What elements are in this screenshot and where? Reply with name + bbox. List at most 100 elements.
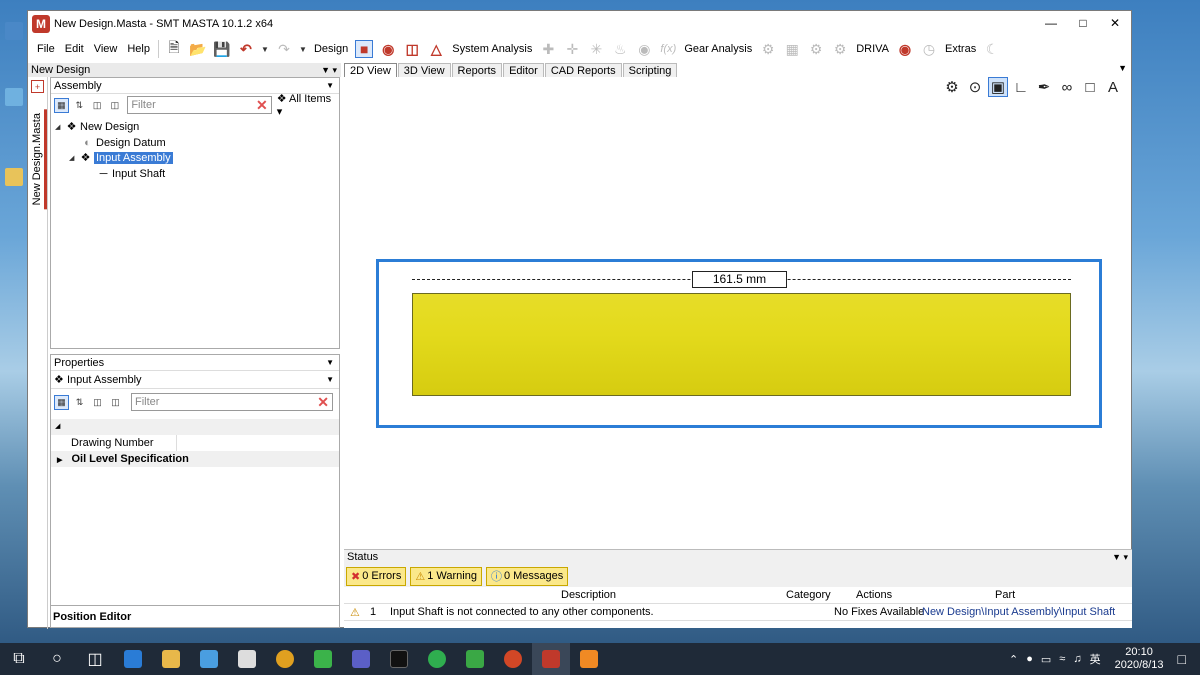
assembly-panel-header[interactable]: Assembly ▼	[51, 78, 339, 94]
collapse-all-icon[interactable]: ◫	[108, 98, 123, 113]
desktop-icon[interactable]	[0, 168, 28, 188]
messages-button[interactable]: ⓘ 0 Messages	[485, 566, 569, 586]
analysis-tool-icon[interactable]: ✚	[539, 40, 557, 58]
column-part[interactable]: Part	[995, 589, 1015, 601]
gear-icon[interactable]: ⚙	[759, 40, 777, 58]
collapse-all-icon[interactable]: ◫	[108, 395, 123, 410]
pin-icon[interactable]: ▼ ▾	[321, 63, 337, 77]
function-icon[interactable]: f(x)	[659, 40, 677, 58]
redo-icon[interactable]: ↷	[275, 40, 293, 58]
warnings-button[interactable]: ⚠ 1 Warning	[410, 566, 482, 586]
windows-start-icon[interactable]: ⧉	[0, 643, 38, 675]
clear-filter-icon[interactable]: ✕	[317, 394, 329, 411]
tree-view-icon[interactable]: ▦	[54, 97, 69, 113]
network-icon[interactable]: ≈	[1059, 653, 1065, 665]
chevron-up-icon[interactable]: ⌃	[1009, 653, 1018, 666]
cube-icon[interactable]: ▦	[783, 40, 801, 58]
menu-file[interactable]: File	[32, 43, 60, 55]
menu-view[interactable]: View	[89, 43, 123, 55]
triangle-tool-icon[interactable]: △	[427, 40, 445, 58]
expand-all-icon[interactable]: ◫	[90, 395, 105, 410]
tab-cad-reports[interactable]: CAD Reports	[544, 63, 622, 77]
errors-button[interactable]: ✖ 0 Errors	[346, 566, 407, 586]
app-icon[interactable]	[456, 643, 494, 675]
sort-icon[interactable]: ⇅	[72, 98, 87, 113]
clock[interactable]: 20:10 2020/8/13	[1115, 646, 1164, 672]
tab-scripting[interactable]: Scripting	[622, 63, 678, 77]
new-file-icon[interactable]: 🗎	[165, 39, 183, 58]
draw-tool-icon[interactable]: ✒	[1034, 77, 1054, 97]
save-icon[interactable]: 💾	[213, 40, 231, 58]
expand-arrow-icon[interactable]: ▶	[57, 457, 62, 464]
masta-taskbar-icon[interactable]	[532, 643, 570, 675]
expand-arrow-icon[interactable]: ◢	[69, 154, 79, 162]
properties-filter-input[interactable]: Filter ✕	[131, 393, 333, 411]
desktop-icon[interactable]	[0, 88, 28, 108]
node-tool-icon[interactable]: □	[1080, 77, 1100, 97]
category-view-icon[interactable]: ▦	[54, 394, 69, 410]
pin-icon[interactable]: ▼ ▾	[1112, 550, 1128, 565]
status-row[interactable]: ⚠ 1 Input Shaft is not connected to any …	[344, 604, 1132, 621]
volume-icon[interactable]: ♫	[1073, 653, 1081, 665]
minimize-button[interactable]: —	[1035, 11, 1067, 35]
weight-icon[interactable]: ◉	[896, 40, 914, 58]
text-tool-icon[interactable]: A	[1103, 77, 1123, 97]
property-row[interactable]: Drawing Number	[51, 435, 339, 451]
close-button[interactable]: ✕	[1099, 11, 1131, 35]
wechat-icon[interactable]	[304, 643, 342, 675]
teams-icon[interactable]	[342, 643, 380, 675]
extras-icon[interactable]: ☾	[983, 40, 1001, 58]
notification-icon[interactable]: □	[1178, 651, 1186, 667]
microphone-icon[interactable]: ●	[1026, 653, 1033, 665]
gear-icon[interactable]: ⚙	[807, 40, 825, 58]
tab-overflow-icon[interactable]: ▼	[1118, 63, 1127, 73]
clear-filter-icon[interactable]: ✕	[256, 97, 268, 114]
selected-object-dropdown[interactable]: ❖ Input Assembly ▼	[51, 371, 339, 389]
app-icon[interactable]	[570, 643, 608, 675]
weight-icon[interactable]: ◉	[379, 40, 397, 58]
tab-3d-view[interactable]: 3D View	[397, 63, 451, 77]
sort-icon[interactable]: ⇅	[72, 395, 87, 410]
gear-icon[interactable]: ⚙	[831, 40, 849, 58]
driva-label[interactable]: DRIVA	[856, 43, 889, 55]
system-analysis-label[interactable]: System Analysis	[452, 43, 532, 55]
expand-all-icon[interactable]: ◫	[90, 98, 105, 113]
open-folder-icon[interactable]: 📂	[189, 40, 207, 58]
menu-edit[interactable]: Edit	[60, 43, 89, 55]
edge-icon[interactable]	[114, 643, 152, 675]
properties-panel-header[interactable]: Properties ▼	[51, 355, 339, 371]
desktop-icon[interactable]	[0, 22, 28, 42]
redo-dropdown-icon[interactable]: ▼	[299, 40, 307, 58]
menu-help[interactable]: Help	[122, 43, 155, 55]
app-icon[interactable]	[228, 643, 266, 675]
link-icon[interactable]: ∞	[1057, 77, 1077, 97]
zoom-fit-icon[interactable]: ⊙	[965, 77, 985, 97]
chrome-icon[interactable]	[266, 643, 304, 675]
app-icon[interactable]	[190, 643, 228, 675]
settings-icon[interactable]: ⚙	[942, 77, 962, 97]
chevron-down-icon[interactable]: ▼	[326, 371, 334, 389]
tab-reports[interactable]: Reports	[451, 63, 503, 77]
terminal-icon[interactable]	[380, 643, 418, 675]
tree-node[interactable]: ◢ ❖ New Design	[55, 119, 139, 134]
chevron-down-icon[interactable]: ▼	[326, 78, 334, 94]
search-icon[interactable]: ○	[38, 643, 76, 675]
column-actions[interactable]: Actions	[856, 589, 892, 601]
tree-node[interactable]: ◢ ❖ Input Assembly	[69, 150, 173, 165]
undo-dropdown-icon[interactable]: ▼	[261, 40, 269, 58]
battery-icon[interactable]: ▭	[1041, 653, 1051, 666]
gear-analysis-label[interactable]: Gear Analysis	[684, 43, 752, 55]
column-category[interactable]: Category	[786, 589, 831, 601]
clock-icon[interactable]: ◷	[920, 40, 938, 58]
speaker-icon[interactable]: ♨	[611, 40, 629, 58]
position-editor-footer[interactable]: Position Editor	[51, 605, 339, 627]
analysis-tool-icon[interactable]: ✳	[587, 40, 605, 58]
tab-editor[interactable]: Editor	[503, 63, 544, 77]
input-shaft-shape[interactable]	[412, 293, 1071, 396]
property-group-header[interactable]: ◢	[51, 419, 339, 435]
task-view-icon[interactable]: ◫	[76, 643, 114, 675]
file-explorer-icon[interactable]	[152, 643, 190, 675]
tree-node[interactable]: ─ Input Shaft	[97, 166, 166, 181]
vertical-document-tab[interactable]: + New Design.Masta	[28, 77, 48, 629]
powerpoint-icon[interactable]	[494, 643, 532, 675]
